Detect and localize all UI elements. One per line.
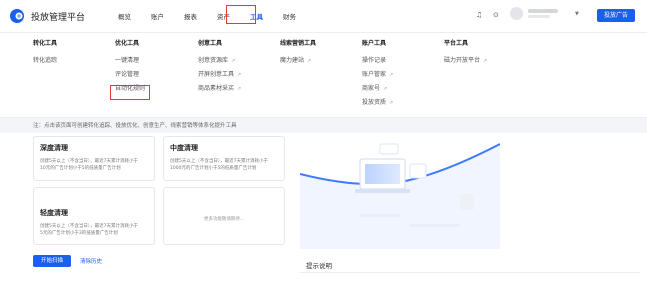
menu-item-label: 评论管理 (115, 71, 140, 78)
menu-head: 平台工具 (444, 40, 469, 47)
card-desc: 创建5天以上（不含当日），最近7天累计消耗小于1000元的广告计划小于5的低质量… (170, 159, 268, 171)
coming-soon-text: 更多功能敬请期待... (203, 217, 245, 222)
menu-item-label: 转化追踪 (33, 57, 58, 64)
external-link-icon: ↗ (237, 86, 242, 92)
menu-item-site-builder[interactable]: 魔力建站 ↗ (280, 55, 316, 69)
card-desc: 创建5天以上（不含当日），最近7天累计消耗小于10元的广告计划小于5的低质量广告… (40, 159, 138, 171)
light-clean-card[interactable]: 轻度清理 创建5天以上（不含当日），最近7天累计消耗小于5元的广告计划小于3的低… (33, 187, 155, 245)
external-link-icon: ↗ (389, 100, 394, 106)
menu-col-creative: 创意工具 创意资源库 ↗ 开屏创意工具 ↗ 商品素材采买 ↗ (198, 38, 241, 97)
menu-head: 线索营销工具 (280, 40, 317, 47)
menu-item-label: 开屏创意工具 (198, 71, 235, 78)
menu-item-label: 商品素材采买 (198, 85, 235, 92)
menu-head: 账户工具 (362, 40, 387, 47)
menu-col-platform: 平台工具 磁力开放平台 ↗ (444, 38, 487, 69)
external-link-icon: ↗ (237, 72, 242, 78)
menu-item-label: 创意资源库 (198, 57, 229, 64)
menu-item-label: 账户管家 (362, 71, 387, 78)
menu-head: 创意工具 (198, 40, 223, 47)
external-link-icon: ↗ (483, 58, 488, 64)
help-icon[interactable]: ⊙ (493, 11, 499, 19)
coming-soon-card: 更多功能敬请期待... (163, 187, 285, 245)
external-link-icon: ↗ (231, 58, 236, 64)
tools-mega-menu: 转化工具 转化追踪 优化工具 一键清理 评论管理 自动化规则 创意工具 创意资源… (0, 34, 647, 116)
external-link-icon: ↗ (389, 72, 394, 78)
chevron-down-icon[interactable]: ▼ (575, 11, 579, 17)
deep-clean-card[interactable]: 深度清理 创建5天以上（不含当日），最近7天累计消耗小于10元的广告计划小于5的… (33, 136, 155, 181)
menu-item-material-purchase[interactable]: 商品素材采买 ↗ (198, 83, 241, 97)
menu-item-merchant-account[interactable]: 商家号 ↗ (362, 83, 393, 97)
tips-title: 提示说明 (306, 262, 332, 270)
menu-item-creative-library[interactable]: 创意资源库 ↗ (198, 55, 241, 69)
card-title: 中度清理 (170, 144, 198, 152)
main-nav: 概览 账户 报表 资产 工具 财务 (118, 11, 316, 21)
menu-item-one-click-clean[interactable]: 一键清理 (115, 55, 145, 69)
menu-item-highlight (110, 85, 150, 100)
menu-item-comment-management[interactable]: 评论管理 (115, 69, 145, 83)
user-sub-placeholder (528, 15, 550, 18)
top-navigation: 投放管理平台 概览 账户 报表 资产 工具 财务 ♫ ⊙ ▼ 投放广告 (0, 0, 647, 33)
menu-col-conversion: 转化工具 转化追踪 (33, 38, 57, 69)
menu-note: 注：点击该页面可创建转化追踪、投放优化、创意生产、线索营销等体系化提升工具 (0, 117, 647, 133)
user-name-placeholder (528, 9, 558, 13)
menu-item-splash-creative[interactable]: 开屏创意工具 ↗ (198, 69, 241, 83)
app-title: 投放管理平台 (31, 13, 86, 23)
menu-head: 转化工具 (33, 40, 58, 47)
menu-col-account: 账户工具 操作记录 账户管家 ↗ 商家号 ↗ 投放资质 ↗ (362, 38, 393, 111)
menu-item-label: 投放资质 (362, 99, 387, 106)
menu-item-label: 操作记录 (362, 57, 387, 64)
menu-item-label: 商家号 (362, 85, 381, 92)
menu-item-label: 魔力建站 (280, 57, 305, 64)
clear-history-link[interactable]: 清除历史 (80, 257, 102, 265)
nav-item-reports[interactable]: 报表 (184, 11, 197, 21)
menu-item-open-platform[interactable]: 磁力开放平台 ↗ (444, 55, 487, 69)
cleaning-illustration (300, 143, 500, 249)
clean-tool-content: 深度清理 创建5天以上（不含当日），最近7天累计消耗小于10元的广告计划小于5的… (0, 134, 647, 283)
menu-item-ad-qualification[interactable]: 投放资质 ↗ (362, 97, 393, 111)
menu-item-label: 一键清理 (115, 57, 140, 64)
menu-item-operation-log[interactable]: 操作记录 (362, 55, 393, 69)
external-link-icon: ↗ (307, 58, 312, 64)
menu-item-conversion-tracking[interactable]: 转化追踪 (33, 55, 57, 69)
card-title: 深度清理 (40, 144, 68, 152)
menu-col-lead-marketing: 线索营销工具 魔力建站 ↗ (280, 38, 316, 69)
nav-item-accounts[interactable]: 账户 (151, 11, 164, 21)
menu-item-label: 磁力开放平台 (444, 57, 481, 64)
medium-clean-card[interactable]: 中度清理 创建5天以上（不含当日），最近7天累计消耗小于1000元的广告计划小于… (163, 136, 285, 181)
logo-icon (10, 9, 24, 23)
create-ad-button[interactable]: 投放广告 (597, 9, 635, 22)
nav-tools-highlight (226, 5, 256, 24)
bell-icon[interactable]: ♫ (476, 11, 482, 19)
nav-item-finance[interactable]: 财务 (283, 11, 296, 21)
nav-item-overview[interactable]: 概览 (118, 11, 131, 21)
card-desc: 创建5天以上（不含当日），最近7天累计消耗小于5元的广告计划小于3的低质量广告计… (40, 224, 138, 236)
start-scan-button[interactable]: 开始扫描 (33, 255, 71, 267)
avatar[interactable] (510, 7, 523, 20)
divider (300, 272, 640, 273)
menu-item-account-manager[interactable]: 账户管家 ↗ (362, 69, 393, 83)
card-title: 轻度清理 (40, 209, 68, 217)
external-link-icon: ↗ (383, 86, 388, 92)
menu-head: 优化工具 (115, 40, 140, 47)
